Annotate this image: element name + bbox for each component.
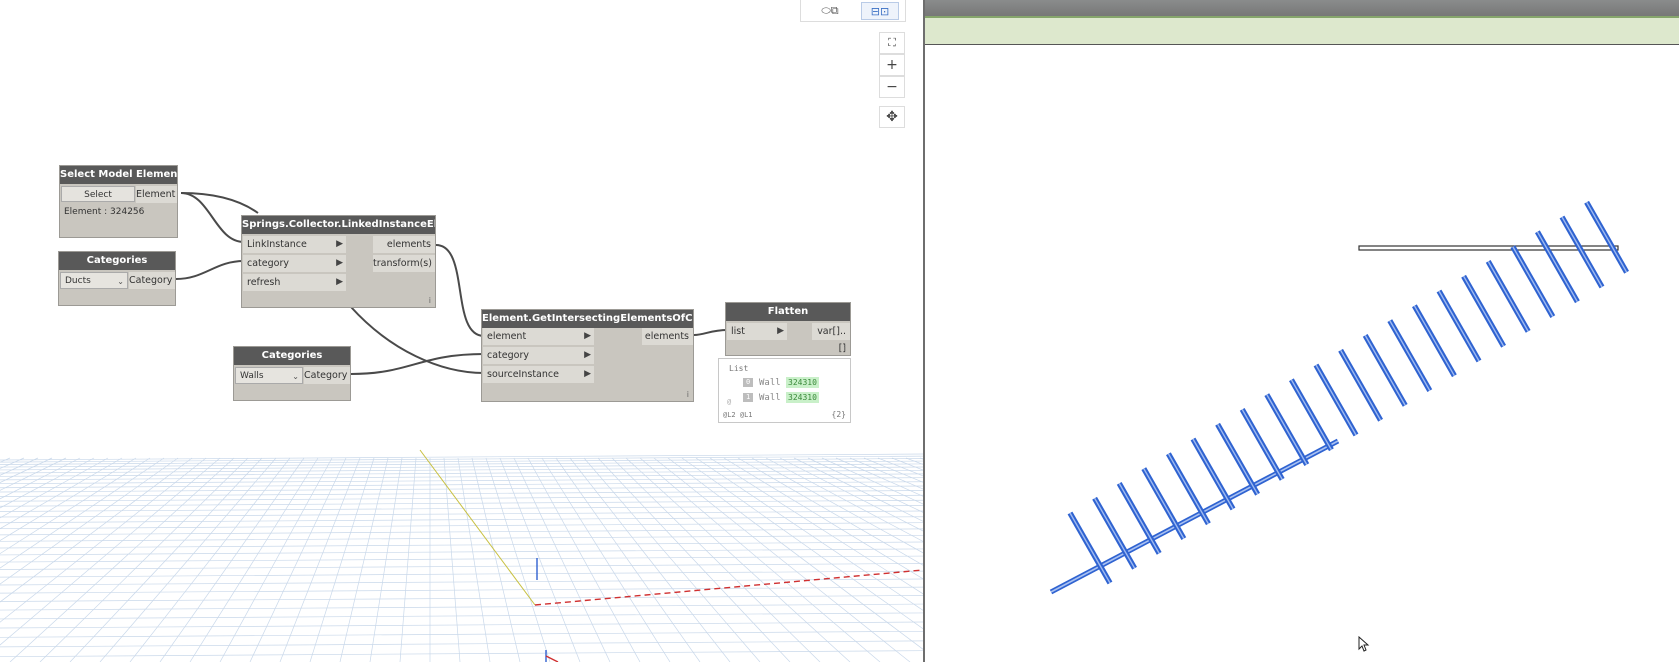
input-port-refresh[interactable]: refresh ▶ [243,274,346,291]
node-title: Flatten [726,303,850,321]
input-port-element[interactable]: element ▶ [483,328,594,345]
graph-view-icon[interactable]: ⊟⊡ [861,2,899,20]
view-toggle-toolbar: ⬭⧉ ⊟⊡ [800,0,906,22]
mouse-cursor-icon [1358,636,1370,652]
node-info-icon: i [843,344,846,353]
list-item-value: 324310 [786,377,819,388]
category-dropdown[interactable]: Ducts ⌄ [60,272,128,289]
node-categories-walls[interactable]: Categories Walls ⌄ Category [233,346,351,401]
node-info-icon: i [686,390,689,399]
input-port-sourceinstance[interactable]: sourceInstance ▶ [483,366,594,383]
port-label: LinkInstance [247,239,307,250]
chevron-right-icon: ▶ [336,277,343,287]
node-get-intersecting-elements[interactable]: Element.GetIntersectingElementsOfCategor… [481,309,694,402]
chevron-right-icon: ▶ [777,326,784,336]
output-port-category[interactable]: Category [304,367,350,384]
output-port-var[interactable]: var[]..[] [812,323,850,354]
input-port-category[interactable]: category ▶ [243,255,346,272]
zoom-fit-icon[interactable]: ⛶ [879,32,905,54]
node-title: Springs.Collector.LinkedInstanceElements [242,216,435,234]
node-title: Element.GetIntersectingElementsOfCategor… [482,310,693,328]
input-port-linkinstance[interactable]: LinkInstance ▶ [243,236,346,253]
dynamo-canvas[interactable]: Select Model Element Select Element Elem… [0,0,923,662]
output-port-transforms[interactable]: transform(s) [373,255,435,272]
list-item-type: Wall [759,393,781,403]
input-port-category[interactable]: category ▶ [483,347,594,364]
list-item-value: 324310 [786,392,819,403]
zoom-controls: ⛶ + − ✥ [879,32,907,128]
node-info-icon: i [428,296,431,305]
dropdown-value: Ducts [65,276,91,286]
output-preview-bubble[interactable]: List 0 Wall 324310 1 Wall 324310 @ @L2 @… [718,358,851,423]
chevron-right-icon: ▶ [336,258,343,268]
list-level-marker: @ [727,398,732,406]
port-label: category [487,350,529,361]
pan-icon[interactable]: ✥ [879,106,905,128]
dropdown-value: Walls [240,371,264,381]
duct-elements [1049,200,1629,595]
list-count: {2} [831,410,846,419]
list-item-type: Wall [759,378,781,388]
port-label: list [731,326,745,337]
port-label: refresh [247,277,281,288]
list-levels: @L2 @L1 [723,411,753,419]
zoom-out-icon[interactable]: − [879,76,905,98]
revit-view[interactable] [925,0,1679,662]
chevron-right-icon: ▶ [584,369,591,379]
revit-plan-view [1049,200,1629,595]
port-label: category [247,258,289,269]
chevron-right-icon: ▶ [584,350,591,360]
list-index-badge: 0 [743,378,754,387]
node-title: Select Model Element [60,166,177,184]
list-index-badge: 1 [743,393,754,402]
chevron-right-icon: ▶ [336,239,343,249]
element-info: Element : 324256 [64,207,145,217]
output-port-category[interactable]: Category [129,272,175,289]
node-select-model-element[interactable]: Select Model Element Select Element Elem… [59,165,178,238]
node-title: Categories [234,347,350,365]
3d-view-icon[interactable]: ⬭⧉ [811,2,849,20]
node-title: Categories [59,252,175,270]
input-port-list[interactable]: list ▶ [727,323,787,340]
list-header: List [729,364,749,373]
category-dropdown[interactable]: Walls ⌄ [235,367,303,384]
port-label: element [487,331,527,342]
chevron-down-icon: ⌄ [292,372,299,381]
select-button[interactable]: Select [61,186,135,202]
port-label: sourceInstance [487,369,559,380]
node-springs-linked-instance-elements[interactable]: Springs.Collector.LinkedInstanceElements… [241,215,436,308]
node-categories-ducts[interactable]: Categories Ducts ⌄ Category [58,251,176,306]
chevron-right-icon: ▶ [584,331,591,341]
zoom-in-icon[interactable]: + [879,54,905,76]
output-port-element[interactable]: Element [136,186,177,203]
output-port-elements[interactable]: elements [373,236,435,253]
output-port-elements[interactable]: elements [642,328,693,345]
chevron-down-icon: ⌄ [117,277,124,286]
node-flatten[interactable]: Flatten list ▶ var[]..[] i [725,302,851,356]
